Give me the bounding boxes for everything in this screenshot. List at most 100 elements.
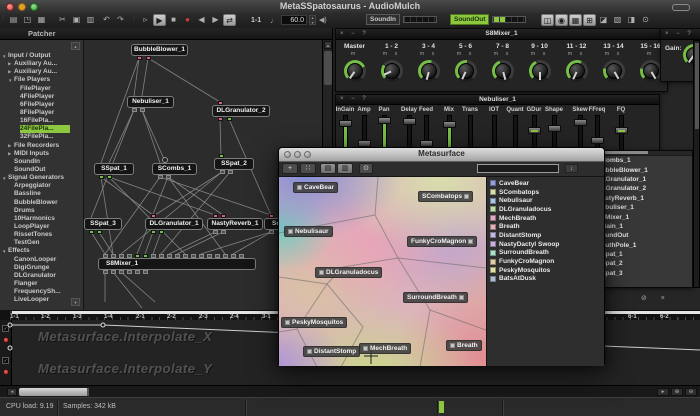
tree-item-8fileplayer[interactable]: 8FilePlayer <box>0 109 70 117</box>
tree-item-input-output[interactable]: ▼Input / Output <box>0 52 70 60</box>
tree-item-dlgranulator[interactable]: DLGranulator <box>0 272 70 280</box>
tree-item-frequencysh[interactable]: FrequencySh... <box>0 288 70 296</box>
automation-view-icon[interactable]: ◉ <box>555 14 568 26</box>
input-port-ring[interactable] <box>162 157 168 163</box>
scroll-right-icon[interactable]: ▸ <box>657 388 669 396</box>
snapshot-row-dlgranuladocus[interactable]: DLGranuladocus <box>487 205 604 214</box>
slider-handle[interactable] <box>574 119 587 126</box>
tempo-field[interactable]: 60.0 <box>281 15 307 25</box>
output-port[interactable] <box>137 56 142 60</box>
node-nastyreverb-1[interactable]: NastyReverb_1 <box>207 218 263 230</box>
output-port[interactable] <box>218 117 223 121</box>
tree-item-file-players[interactable]: ▼File Players <box>0 76 70 84</box>
slider-handle[interactable] <box>443 121 456 128</box>
input-port[interactable] <box>127 254 132 258</box>
mute-solo-labels[interactable]: m <box>336 51 373 58</box>
output-port[interactable] <box>140 108 145 112</box>
snapshot-row-cavebear[interactable]: CaveBear <box>487 179 604 188</box>
tree-item-digigrunge[interactable]: DigiGrunge <box>0 264 70 272</box>
snapshot-row-batsatdusk[interactable]: BatsAtDusk <box>487 275 604 284</box>
panel-window-controls[interactable]: × − ? <box>340 95 369 104</box>
input-port[interactable] <box>213 214 218 218</box>
input-port[interactable] <box>103 254 108 258</box>
shapes-icon[interactable]: ◪ <box>597 14 610 26</box>
channel-knob[interactable] <box>640 60 662 82</box>
snapshot-row-mechbreath[interactable]: MechBreath <box>487 214 604 223</box>
channel-knob[interactable] <box>344 60 366 82</box>
slider-handle[interactable] <box>528 127 541 134</box>
tree-item-midi-inputs[interactable]: ▶MIDI Inputs <box>0 150 70 158</box>
close-window-icon[interactable] <box>284 151 291 158</box>
soundout-label[interactable]: SoundOut <box>450 14 489 25</box>
new-file-icon[interactable]: ▤ <box>7 14 20 26</box>
input-port[interactable] <box>151 254 156 258</box>
panel-window-controls[interactable]: × − ? <box>665 29 694 39</box>
surface-snapshot-mechbreath[interactable]: MechBreath <box>359 343 411 354</box>
undo-icon[interactable]: ↶ <box>100 14 113 26</box>
paste-icon[interactable]: ▥ <box>84 14 97 26</box>
redo-icon[interactable]: ↷ <box>114 14 127 26</box>
snapshot-row-distantstomp[interactable]: DistantStomp <box>487 231 604 240</box>
output-port[interactable] <box>119 270 124 274</box>
patcher-title[interactable]: Patcher <box>0 28 332 40</box>
input-port[interactable] <box>111 254 116 258</box>
tree-item-bubbleblower[interactable]: BubbleBlower <box>0 199 70 207</box>
tree-item-drums[interactable]: Drums <box>0 207 70 215</box>
nebuliser-panel-titlebar[interactable]: × − ? Nebuliser_1 <box>336 95 659 105</box>
input-port[interactable] <box>269 214 274 218</box>
right-scrollbar[interactable] <box>693 40 700 288</box>
zoom-window-icon[interactable] <box>304 151 311 158</box>
output-port[interactable] <box>111 270 116 274</box>
save-file-icon[interactable]: ▦ <box>35 14 48 26</box>
output-port[interactable] <box>158 175 163 179</box>
tree-item-soundin[interactable]: SoundIn <box>0 158 70 166</box>
zoom-in-icon[interactable]: ⊕ <box>671 388 683 396</box>
slider-handle[interactable] <box>403 118 416 125</box>
snapshot-row-funkycromagnon[interactable]: FunkyCroMagnon <box>487 257 604 266</box>
input-port[interactable] <box>231 254 236 258</box>
scrollbar-thumb[interactable] <box>19 388 89 396</box>
cut-icon[interactable]: ✂ <box>56 14 69 26</box>
output-port[interactable] <box>151 230 156 234</box>
channel-knob[interactable] <box>492 60 514 82</box>
input-port[interactable] <box>191 254 196 258</box>
node-dlgranulator-1[interactable]: DLGranulator_1 <box>145 218 203 230</box>
output-port[interactable] <box>166 175 171 179</box>
surface-snapshot-dlgranuladocus[interactable]: DLGranuladocus <box>315 267 382 278</box>
tree-item-signal-generators[interactable]: ▼Signal Generators <box>0 174 70 182</box>
go-to-end-icon[interactable]: ▶ <box>209 14 222 26</box>
tree-item-24filepla[interactable]: 24FilePla... <box>0 125 70 133</box>
mute-solo-labels[interactable]: m s <box>447 51 484 58</box>
output-port[interactable] <box>227 117 232 121</box>
loop-icon[interactable]: ⇄ <box>223 14 236 26</box>
surface-snapshot-funkycromagnon[interactable]: FunkyCroMagnon <box>407 236 477 247</box>
input-port[interactable] <box>219 154 224 158</box>
snapshot-row-nebulisaur[interactable]: Nebulisaur <box>487 196 604 205</box>
soundin-meter[interactable] <box>403 16 437 23</box>
output-port[interactable] <box>213 230 218 234</box>
channel-knob[interactable] <box>603 60 625 82</box>
speaker-icon[interactable]: ◀) <box>319 13 327 28</box>
scroll-up-icon[interactable]: ▲ <box>324 41 332 49</box>
tree-item-bassline[interactable]: Bassline <box>0 190 70 198</box>
metasurface-titlebar[interactable]: Metasurface <box>279 148 604 162</box>
output-port[interactable] <box>127 270 132 274</box>
drag-handle-icon[interactable]: ⁞ <box>2 15 3 22</box>
play-icon[interactable]: ▶ <box>153 14 166 26</box>
scroll-down-icon[interactable]: ▼ <box>71 298 80 306</box>
output-port[interactable] <box>146 56 151 60</box>
node-nebuliser-1[interactable]: Nebuliser_1 <box>127 96 174 108</box>
tree-item-32filepla[interactable]: 32FilePla... <box>0 133 70 141</box>
go-to-start-icon[interactable]: ◀ <box>195 14 208 26</box>
node-s8mixer-1[interactable]: S8Mixer_1 <box>98 258 256 270</box>
input-port[interactable] <box>218 101 223 105</box>
gain-panel-titlebar[interactable]: × − ? <box>661 29 700 40</box>
input-port[interactable] <box>221 214 226 218</box>
slider-handle[interactable] <box>339 120 352 127</box>
output-port[interactable] <box>143 270 148 274</box>
sort-button[interactable]: ↓ <box>565 164 578 173</box>
output-port[interactable] <box>99 175 104 179</box>
stop-icon[interactable]: ■ <box>167 14 180 26</box>
surface-snapshot-peskymosquitos[interactable]: PeskyMosquitos <box>281 317 347 328</box>
surface-snapshot-distantstomp[interactable]: DistantStomp <box>303 346 360 357</box>
